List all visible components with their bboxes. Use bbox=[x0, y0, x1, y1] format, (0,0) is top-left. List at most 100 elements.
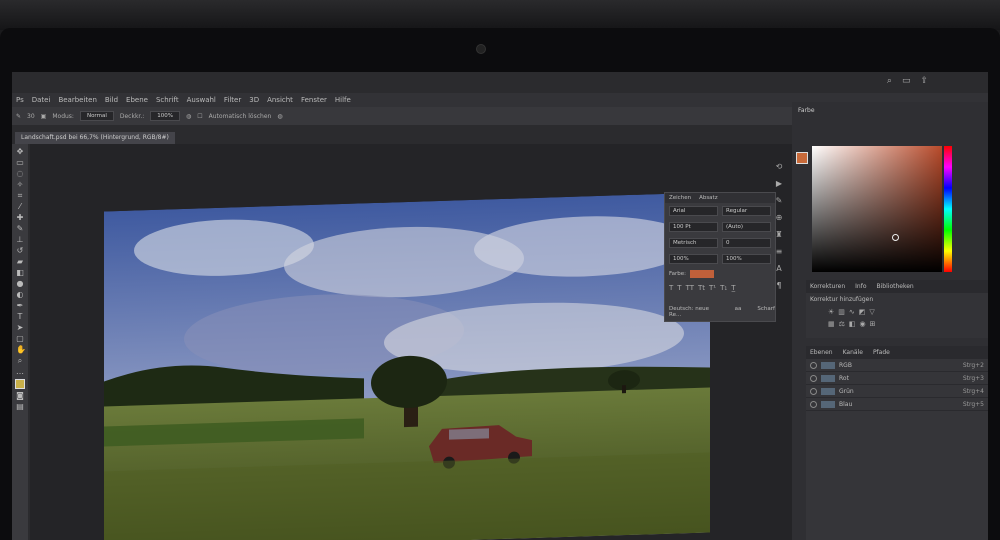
share-icon[interactable]: ⇪ bbox=[920, 76, 928, 86]
visibility-eye-icon[interactable] bbox=[810, 387, 817, 395]
text-color-swatch[interactable] bbox=[690, 270, 715, 278]
pressure-icon[interactable]: ◍ bbox=[186, 113, 191, 120]
faux-italic-icon[interactable]: T bbox=[677, 284, 681, 292]
search-icon[interactable]: ⌕ bbox=[887, 76, 892, 86]
healing-brush-icon[interactable]: ✚ bbox=[16, 214, 24, 222]
foreground-color-swatch[interactable] bbox=[15, 379, 25, 389]
lasso-tool-icon[interactable]: ◌ bbox=[16, 170, 24, 178]
channel-row[interactable]: RGB Strg+2 bbox=[806, 359, 988, 372]
tab-zeichen[interactable]: Zeichen bbox=[669, 195, 691, 201]
mode-select[interactable]: Normal bbox=[79, 111, 114, 121]
type-tool-icon[interactable]: T bbox=[16, 313, 24, 321]
small-caps-icon[interactable]: Tt bbox=[698, 284, 705, 292]
font-family-select[interactable]: Arial bbox=[669, 206, 718, 216]
document-image[interactable] bbox=[104, 192, 710, 540]
curves-icon[interactable]: ∿ bbox=[849, 308, 855, 316]
menu-bearbeiten[interactable]: Bearbeiten bbox=[58, 96, 96, 104]
visibility-eye-icon[interactable] bbox=[810, 400, 817, 408]
black-white-icon[interactable]: ◧ bbox=[849, 320, 856, 328]
move-tool-icon[interactable]: ✥ bbox=[16, 148, 24, 156]
eraser-tool-icon[interactable]: ▰ bbox=[16, 258, 24, 266]
menu-fenster[interactable]: Fenster bbox=[301, 96, 327, 104]
horizontal-scale-field[interactable]: 100% bbox=[722, 254, 771, 264]
vertical-scale-field[interactable]: 100% bbox=[669, 254, 718, 264]
superscript-icon[interactable]: T¹ bbox=[709, 284, 716, 292]
history-brush-icon[interactable]: ↺ bbox=[16, 247, 24, 255]
menu-schrift[interactable]: Schrift bbox=[156, 96, 179, 104]
hue-slider[interactable] bbox=[944, 146, 952, 272]
crop-tool-icon[interactable]: ⌗ bbox=[16, 192, 24, 200]
brush-tool-icon[interactable]: ✎ bbox=[16, 113, 21, 120]
menu-ps[interactable]: Ps bbox=[16, 96, 24, 104]
blur-tool-icon[interactable]: ● bbox=[16, 280, 24, 288]
picker-cursor[interactable] bbox=[892, 234, 899, 241]
tracking-field[interactable]: 0 bbox=[722, 238, 771, 248]
marquee-tool-icon[interactable]: ▭ bbox=[16, 159, 24, 167]
underline-icon[interactable]: T̲ bbox=[731, 284, 735, 292]
hand-tool-icon[interactable]: ✋ bbox=[16, 346, 26, 354]
document-tab[interactable]: Landschaft.psd bei 66,7% (Hintergrund, R… bbox=[15, 132, 175, 144]
color-balance-icon[interactable]: ⚖ bbox=[839, 320, 845, 328]
color-picker-field[interactable] bbox=[812, 146, 942, 272]
zoom-tool-icon[interactable]: ⌕ bbox=[16, 357, 24, 365]
tab-pfade[interactable]: Pfade bbox=[873, 349, 890, 356]
channel-row[interactable]: Blau Strg+5 bbox=[806, 398, 988, 411]
pen-tool-icon[interactable]: ✒ bbox=[16, 302, 24, 310]
opacity-field[interactable]: 100% bbox=[150, 111, 180, 121]
menu-datei[interactable]: Datei bbox=[32, 96, 51, 104]
language-select[interactable]: Deutsch: neue Re... bbox=[669, 306, 719, 318]
quick-mask-icon[interactable]: ◙ bbox=[16, 392, 24, 400]
clone-source-icon[interactable]: ⊕ bbox=[776, 213, 783, 222]
menu-ansicht[interactable]: Ansicht bbox=[267, 96, 293, 104]
tab-info[interactable]: Info bbox=[855, 283, 866, 290]
shape-tool-icon[interactable]: ▢ bbox=[16, 335, 24, 343]
brush-size[interactable]: 30 bbox=[27, 113, 35, 120]
actions-icon[interactable]: ▶ bbox=[776, 179, 782, 188]
path-select-icon[interactable]: ➤ bbox=[16, 324, 24, 332]
menu-auswahl[interactable]: Auswahl bbox=[187, 96, 216, 104]
character-icon[interactable]: A bbox=[776, 264, 781, 273]
stamp-tool-icon[interactable]: ⊥ bbox=[16, 236, 24, 244]
menu-ebene[interactable]: Ebene bbox=[126, 96, 148, 104]
font-size-field[interactable]: 100 Pt bbox=[669, 222, 718, 232]
properties-icon[interactable]: ≡ bbox=[776, 247, 783, 256]
color-swatch-preview[interactable] bbox=[796, 152, 808, 164]
screen-mode-icon[interactable]: ▤ bbox=[16, 403, 24, 411]
visibility-eye-icon[interactable] bbox=[810, 374, 817, 382]
menu-3d[interactable]: 3D bbox=[249, 96, 259, 104]
levels-icon[interactable]: ▥ bbox=[838, 308, 845, 316]
dodge-tool-icon[interactable]: ◐ bbox=[16, 291, 24, 299]
brightness-icon[interactable]: ☀ bbox=[828, 308, 834, 316]
brush-tool-icon[interactable]: ✎ bbox=[16, 225, 24, 233]
antialias-select[interactable]: Scharf bbox=[757, 306, 775, 318]
visibility-eye-icon[interactable] bbox=[810, 361, 817, 369]
menu-filter[interactable]: Filter bbox=[224, 96, 241, 104]
hue-saturation-icon[interactable]: ▦ bbox=[828, 320, 835, 328]
symmetry-icon[interactable]: ◍ bbox=[277, 113, 282, 120]
faux-bold-icon[interactable]: T bbox=[669, 284, 673, 292]
color-panel-title[interactable]: Farbe bbox=[798, 107, 815, 114]
workspace-icon[interactable]: ▭ bbox=[902, 76, 911, 86]
channel-row[interactable]: Rot Strg+3 bbox=[806, 372, 988, 385]
paragraph-icon[interactable]: ¶ bbox=[776, 281, 781, 290]
font-style-select[interactable]: Regular bbox=[722, 206, 771, 216]
menu-hilfe[interactable]: Hilfe bbox=[335, 96, 351, 104]
tab-absatz[interactable]: Absatz bbox=[699, 195, 718, 201]
kerning-field[interactable]: Metrisch bbox=[669, 238, 718, 248]
leading-field[interactable]: (Auto) bbox=[722, 222, 771, 232]
brush-panel-icon[interactable]: ▣ bbox=[41, 113, 47, 120]
exposure-icon[interactable]: ◩ bbox=[859, 308, 866, 316]
eyedropper-icon[interactable]: ⁄ bbox=[16, 203, 24, 211]
menu-bild[interactable]: Bild bbox=[105, 96, 118, 104]
tab-korrekturen[interactable]: Korrekturen bbox=[810, 283, 845, 290]
more-tools-icon[interactable]: … bbox=[16, 368, 24, 376]
tab-ebenen[interactable]: Ebenen bbox=[810, 349, 833, 356]
quick-select-icon[interactable]: ✧ bbox=[16, 181, 24, 189]
tab-bibliotheken[interactable]: Bibliotheken bbox=[877, 283, 914, 290]
all-caps-icon[interactable]: TT bbox=[686, 284, 694, 292]
tab-kanaele[interactable]: Kanäle bbox=[843, 349, 863, 356]
photo-filter-icon[interactable]: ◉ bbox=[860, 320, 866, 328]
brush-settings-icon[interactable]: ✎ bbox=[776, 196, 783, 205]
channel-row[interactable]: Grün Strg+4 bbox=[806, 385, 988, 398]
channel-mixer-icon[interactable]: ⊞ bbox=[870, 320, 876, 328]
